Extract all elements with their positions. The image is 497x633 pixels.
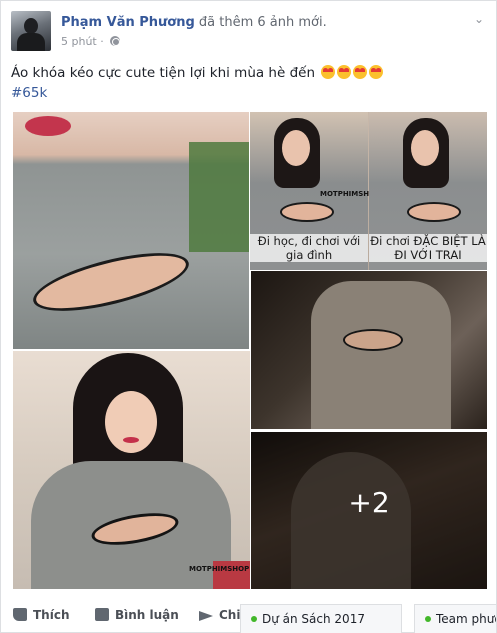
photo-3-shirt [311,281,451,429]
photo-3-zipper [343,329,403,351]
post-body: Áo khóa kéo cực cute tiện lợi khi mùa hè… [11,65,316,81]
comment-icon [95,608,109,621]
photo-5-more[interactable]: +2 [251,432,487,589]
photo-2[interactable]: MOTPHIMSHOP Đi học, đi chơi với gia đình… [250,112,487,270]
online-dot-icon [425,616,431,622]
header-line: Phạm Văn Phương đã thêm 6 ảnh mới. [61,15,327,30]
photo-2-right: Đi chơi ĐẶC BIỆT LÀ ĐI VỚI TRAI [369,112,487,270]
chat-tab-label: Team phượt [436,612,496,626]
more-photos-count: +2 [348,486,390,519]
like-button[interactable]: Thích [13,608,70,622]
globe-icon [110,36,121,46]
photo-2-right-face [411,130,439,166]
photo-1-background [189,142,249,252]
comment-button[interactable]: Bình luận [95,608,179,622]
photo-4-watermark: MOTPHIMSHOP [189,565,250,573]
photo-2-caption-right: Đi chơi ĐẶC BIỆT LÀ ĐI VỚI TRAI [369,234,487,262]
chat-tab-team-phuot[interactable]: Team phượt [414,604,497,633]
comment-label: Bình luận [115,608,179,622]
post-time[interactable]: 5 phút [61,35,97,48]
photo-4[interactable]: MOTPHIMSHOP [13,351,250,589]
photo-2-left-zipper [280,202,334,222]
avatar[interactable] [11,11,51,51]
avatar-head [24,18,38,34]
share-icon [199,609,213,621]
photo-2-left-face [282,130,310,166]
photo-2-left: MOTPHIMSHOP Đi học, đi chơi với gia đình [250,112,380,270]
post-meta: 5 phút · [61,35,121,48]
photo-1-zipper [28,241,194,323]
chevron-down-icon[interactable]: ⌄ [474,13,486,25]
avatar-body [17,33,45,51]
photo-4-lips [123,437,139,443]
post-card: Phạm Văn Phương đã thêm 6 ảnh mới. 5 phú… [0,0,497,633]
photo-1-lips [25,116,71,136]
hashtag-link[interactable]: #65k [11,85,47,101]
heart-eyes-emoji-icon [321,65,336,79]
like-label: Thích [33,608,70,622]
photo-2-right-zipper [407,202,461,222]
thumbs-up-icon [13,608,27,621]
chat-tab-label: Dự án Sách 2017 [262,612,365,626]
photo-2-caption-left: Đi học, đi chơi với gia đình [250,234,368,262]
online-dot-icon [251,616,257,622]
heart-eyes-emoji-icon [369,65,384,79]
photo-1[interactable] [13,112,249,349]
heart-eyes-emoji-icon [353,65,368,79]
meta-separator: · [100,35,104,48]
photo-3[interactable] [251,271,487,429]
author-name[interactable]: Phạm Văn Phương [61,15,195,30]
heart-eyes-emoji-icon [337,65,352,79]
photo-4-face [105,391,157,453]
chat-tab-du-an-sach[interactable]: Dự án Sách 2017 [240,604,402,633]
post-action-text: đã thêm 6 ảnh mới. [198,15,327,30]
post-text: Áo khóa kéo cực cute tiện lợi khi mùa hè… [11,65,384,81]
